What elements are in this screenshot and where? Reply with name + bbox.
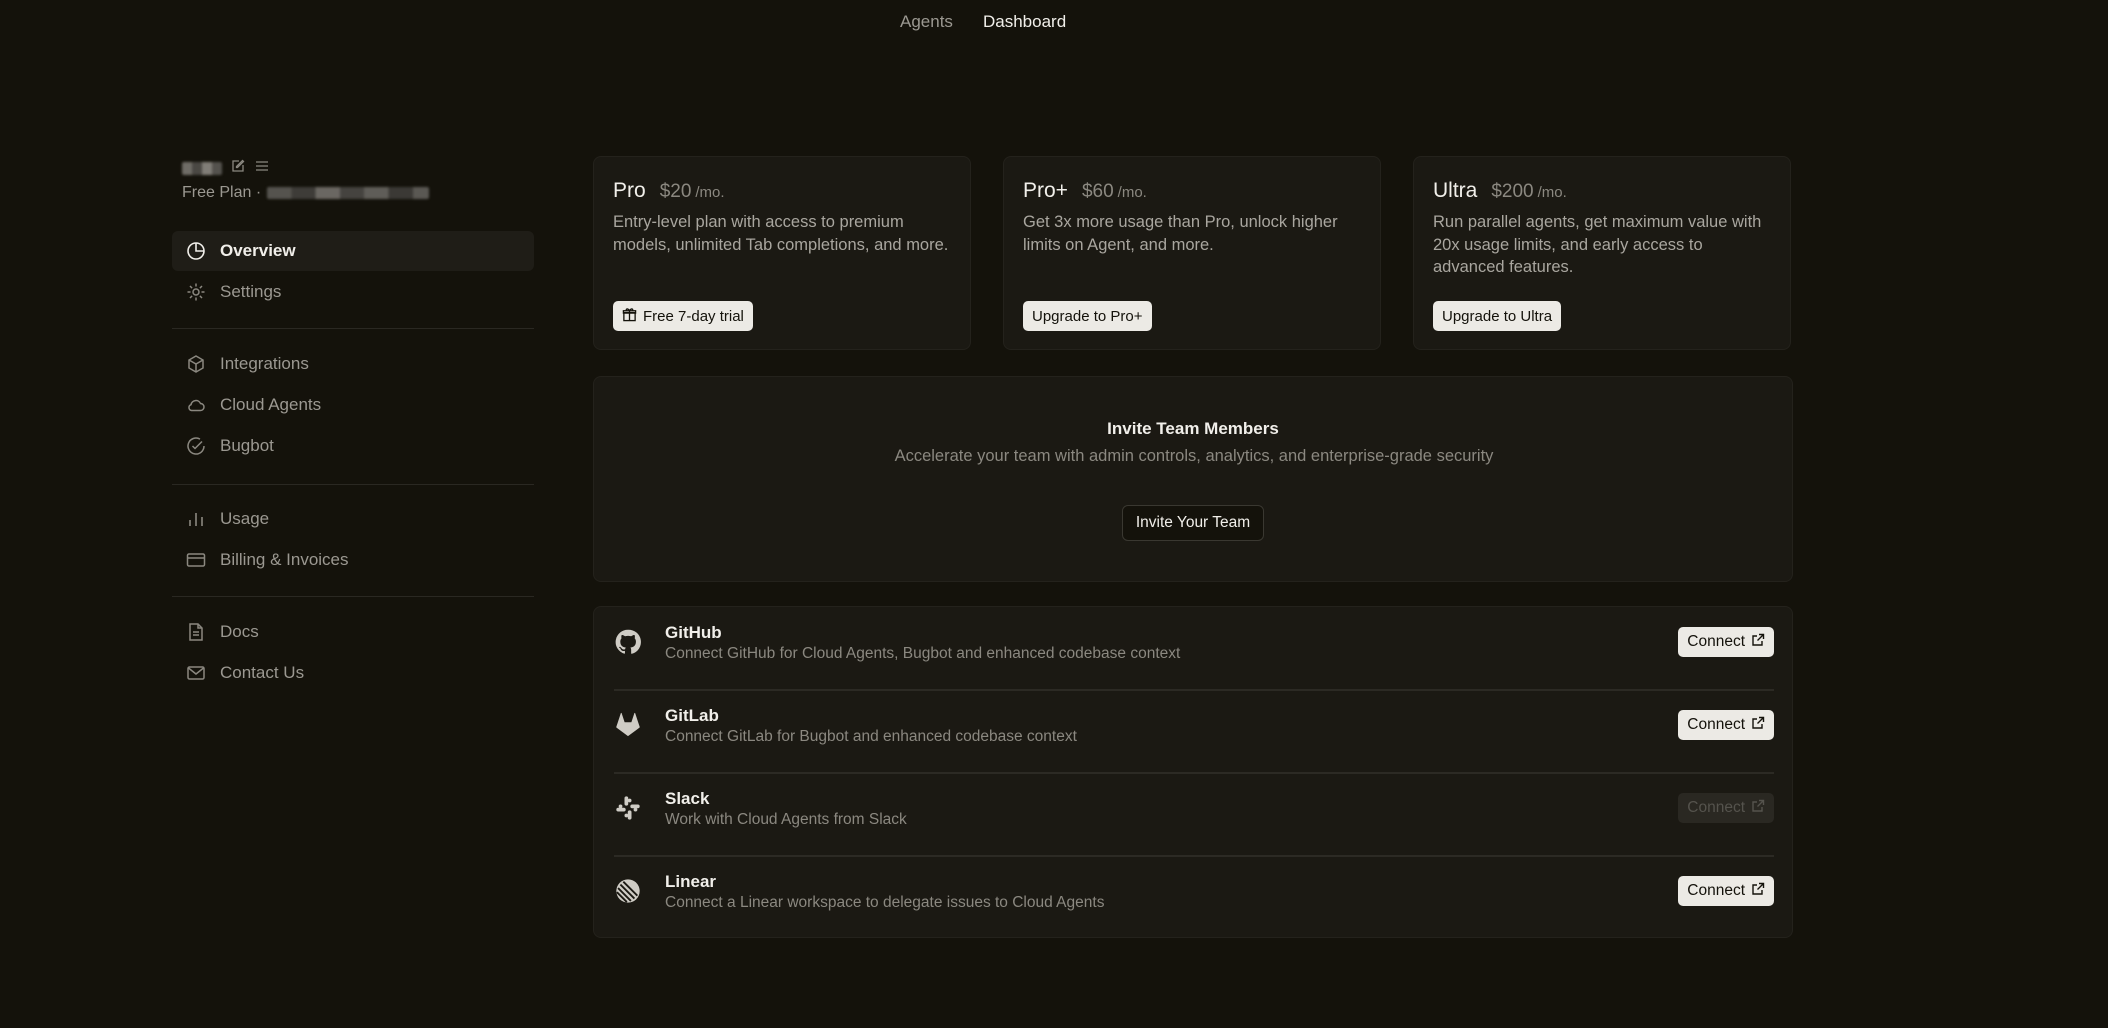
plan-line: Free Plan · xyxy=(182,184,430,202)
upgrade-pro-plus-button[interactable]: Upgrade to Pro+ xyxy=(1023,301,1152,331)
credit-card-icon xyxy=(186,550,206,570)
integration-name: GitLab xyxy=(665,706,719,725)
connect-slack-button[interactable]: Connect xyxy=(1678,793,1774,823)
integration-description: Connect GitLab for Bugbot and enhanced c… xyxy=(665,728,1077,745)
integration-row-slack: Slack Work with Cloud Agents from Slack … xyxy=(614,773,1774,855)
sidebar-divider xyxy=(172,484,534,485)
invite-team-card: Invite Team Members Accelerate your team… xyxy=(593,376,1793,582)
check-circle-icon xyxy=(186,436,206,456)
mail-icon xyxy=(186,663,206,683)
connect-label: Connect xyxy=(1687,882,1745,899)
integration-row-gitlab: GitLab Connect GitLab for Bugbot and enh… xyxy=(614,690,1774,772)
username-redacted xyxy=(182,161,222,175)
sidebar-item-docs[interactable]: Docs xyxy=(172,612,534,652)
connect-linear-button[interactable]: Connect xyxy=(1678,876,1774,906)
sidebar-item-integrations[interactable]: Integrations xyxy=(172,344,534,384)
sidebar-item-settings[interactable]: Settings xyxy=(172,272,534,312)
plan-card-ultra: Ultra $200 /mo. Run parallel agents, get… xyxy=(1413,156,1791,350)
pie-chart-icon xyxy=(186,241,206,261)
external-link-icon xyxy=(1751,716,1765,735)
email-redacted xyxy=(267,187,430,199)
plan-name: Ultra xyxy=(1433,179,1478,202)
external-link-icon xyxy=(1751,882,1765,901)
sidebar-item-label: Cloud Agents xyxy=(220,395,322,414)
connect-github-button[interactable]: Connect xyxy=(1678,627,1774,657)
free-trial-button[interactable]: Free 7-day trial xyxy=(613,301,753,331)
integration-description: Connect a Linear workspace to delegate i… xyxy=(665,894,1105,911)
sidebar-item-billing[interactable]: Billing & Invoices xyxy=(172,540,534,580)
plan-period: /mo. xyxy=(695,184,725,201)
gitlab-icon xyxy=(614,711,642,739)
sidebar-item-label: Integrations xyxy=(220,354,309,373)
sidebar-item-overview[interactable]: Overview xyxy=(172,231,534,271)
integration-description: Work with Cloud Agents from Slack xyxy=(665,811,907,828)
account-header xyxy=(182,158,270,179)
invite-subtitle: Accelerate your team with admin controls… xyxy=(894,447,1494,465)
sidebar-item-label: Overview xyxy=(220,241,296,260)
sidebar-item-label: Bugbot xyxy=(220,436,274,455)
plan-price: $20 xyxy=(659,181,692,202)
upgrade-ultra-button[interactable]: Upgrade to Ultra xyxy=(1433,301,1562,331)
sidebar-item-bugbot[interactable]: Bugbot xyxy=(172,426,534,466)
plan-card-pro-plus: Pro+ $60 /mo. Get 3x more usage than Pro… xyxy=(1003,156,1381,350)
integrations-card: GitHub Connect GitHub for Cloud Agents, … xyxy=(593,606,1793,938)
connect-label: Connect xyxy=(1687,799,1745,816)
gear-icon xyxy=(186,282,206,302)
integration-row-github: GitHub Connect GitHub for Cloud Agents, … xyxy=(614,607,1774,689)
github-icon xyxy=(614,628,642,656)
cube-icon xyxy=(186,354,206,374)
plan-price: $60 xyxy=(1081,181,1114,202)
cloud-icon xyxy=(186,395,206,415)
document-icon xyxy=(186,622,206,642)
plan-name: Pro+ xyxy=(1023,179,1068,202)
nav-dashboard[interactable]: Dashboard xyxy=(983,12,1066,32)
connect-gitlab-button[interactable]: Connect xyxy=(1678,710,1774,740)
plan-period: /mo. xyxy=(1117,184,1147,201)
free-trial-label: Free 7-day trial xyxy=(643,307,744,325)
bar-chart-icon xyxy=(186,509,206,529)
plan-period: /mo. xyxy=(1537,184,1567,201)
plan-description: Run parallel agents, get maximum value w… xyxy=(1433,213,1762,276)
integration-name: Linear xyxy=(665,872,717,891)
connect-label: Connect xyxy=(1687,716,1745,733)
integration-row-linear: Linear Connect a Linear workspace to del… xyxy=(614,856,1774,938)
sidebar-item-label: Docs xyxy=(220,622,259,641)
integration-description: Connect GitHub for Cloud Agents, Bugbot … xyxy=(665,645,1181,662)
integration-name: Slack xyxy=(665,789,710,808)
integration-name: GitHub xyxy=(665,623,722,642)
sidebar-item-cloud-agents[interactable]: Cloud Agents xyxy=(172,385,534,425)
external-link-icon xyxy=(1751,799,1765,818)
edit-icon[interactable] xyxy=(230,158,246,179)
plan-card-pro: Pro $20 /mo. Entry-level plan with acces… xyxy=(593,156,971,350)
top-nav: Agents Dashboard xyxy=(0,0,2108,44)
gift-icon xyxy=(622,307,637,326)
sidebar-divider xyxy=(172,596,534,597)
sidebar-item-label: Billing & Invoices xyxy=(220,550,349,569)
plan-price: $200 xyxy=(1491,181,1534,202)
plan-label: Free Plan · xyxy=(182,184,262,201)
menu-icon[interactable] xyxy=(254,158,270,179)
sidebar-item-label: Contact Us xyxy=(220,663,305,682)
linear-icon xyxy=(614,877,642,905)
external-link-icon xyxy=(1751,633,1765,652)
sidebar-item-contact[interactable]: Contact Us xyxy=(172,653,534,693)
sidebar-divider xyxy=(172,328,534,329)
nav-agents[interactable]: Agents xyxy=(900,12,953,32)
plan-name: Pro xyxy=(613,179,646,202)
plan-description: Entry-level plan with access to premium … xyxy=(613,213,949,254)
plan-description: Get 3x more usage than Pro, unlock highe… xyxy=(1023,213,1338,254)
sidebar-item-label: Usage xyxy=(220,509,270,528)
sidebar-item-usage[interactable]: Usage xyxy=(172,499,534,539)
slack-icon xyxy=(614,794,642,822)
invite-team-button[interactable]: Invite Your Team xyxy=(1122,505,1264,541)
sidebar-item-label: Settings xyxy=(220,282,282,301)
connect-label: Connect xyxy=(1687,633,1745,650)
invite-title: Invite Team Members xyxy=(1107,419,1279,438)
